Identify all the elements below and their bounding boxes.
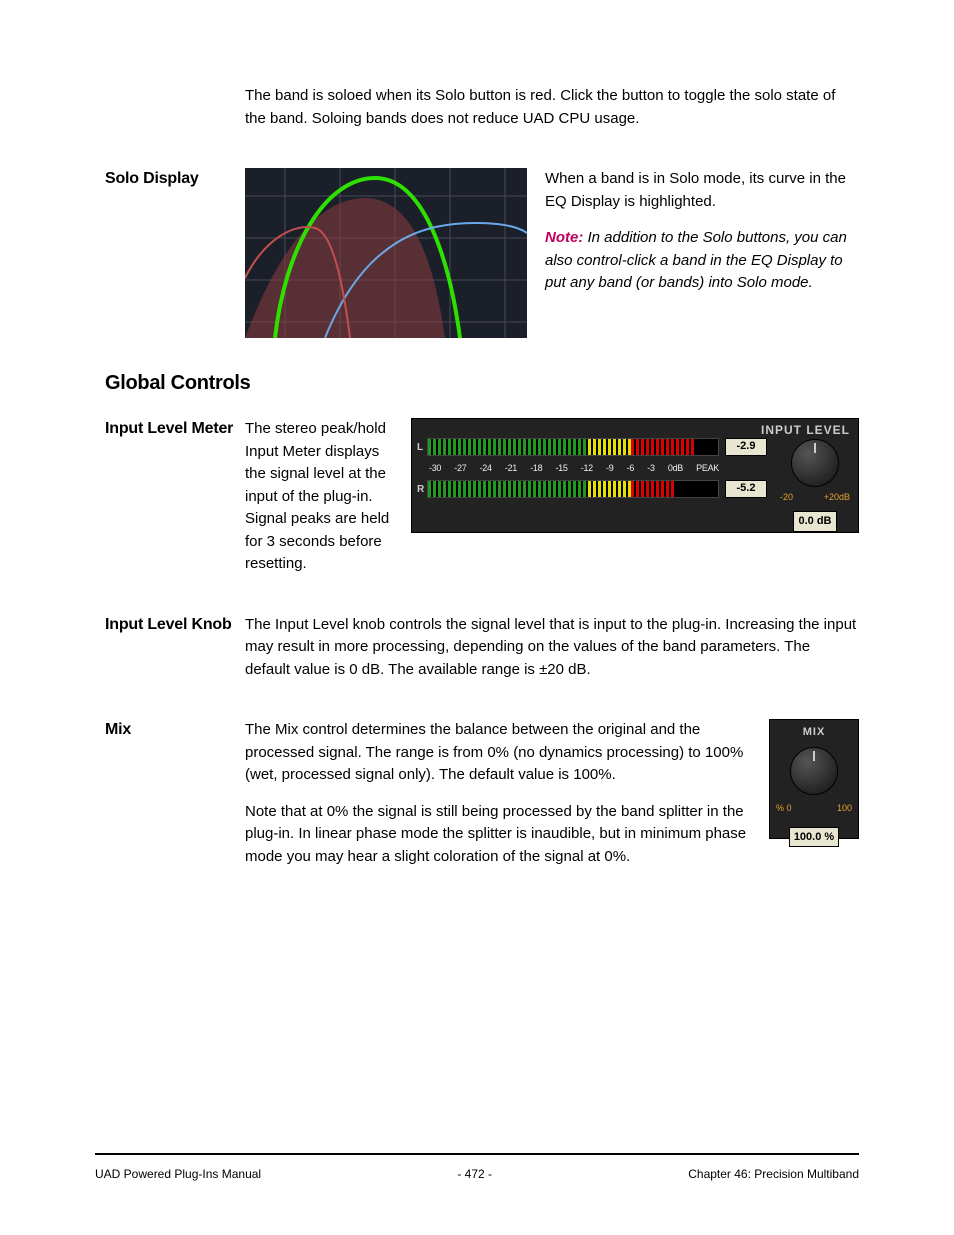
label-mix: Mix	[105, 719, 245, 741]
meter-bar-r	[427, 480, 719, 498]
mix-p1: The Mix control determines the balance b…	[245, 719, 859, 787]
input-level-knob-figure: -20 +20dB 0.0 dB	[780, 439, 850, 532]
intro-paragraph: The band is soloed when its Solo button …	[245, 85, 859, 130]
note-lead: Note:	[545, 229, 583, 246]
footer-page-number: - 472 -	[457, 1165, 492, 1183]
meter-bar-l	[427, 438, 719, 456]
meter-title: INPUT LEVEL	[761, 421, 850, 439]
mix-title: MIX	[770, 724, 858, 741]
label-input-level-knob: Input Level Knob	[105, 614, 245, 636]
page-footer: UAD Powered Plug-Ins Manual - 472 - Chap…	[95, 1153, 859, 1183]
knob-scale-max: +20dB	[824, 491, 850, 505]
mix-figure: MIX % 0 100 100.0 %	[769, 719, 859, 839]
input-knob-text: The Input Level knob controls the signal…	[245, 614, 859, 682]
solo-display-note: Note: In addition to the Solo buttons, y…	[545, 227, 859, 295]
section-heading-global-controls: Global Controls	[105, 368, 859, 398]
meter-channel-r: R	[417, 482, 427, 497]
mix-value: 100.0 %	[789, 827, 839, 848]
label-input-level-meter: Input Level Meter	[105, 418, 245, 440]
meter-peak-r: -5.2	[725, 480, 767, 498]
input-level-value: 0.0 dB	[793, 511, 836, 532]
mix-p2: Note that at 0% the signal is still bein…	[245, 801, 859, 869]
mix-scale-max: 100	[837, 802, 852, 816]
mix-dial	[790, 747, 838, 795]
note-body: In addition to the Solo buttons, you can…	[545, 229, 847, 291]
meter-scale: -30 -27 -24 -21 -18 -15 -12 -9 -6 -3 0dB	[427, 462, 721, 476]
label-solo-display: Solo Display	[105, 168, 245, 190]
meter-channel-l: L	[417, 440, 427, 455]
eq-display-figure	[245, 168, 527, 338]
footer-left: UAD Powered Plug-Ins Manual	[95, 1165, 261, 1183]
solo-display-p1: When a band is in Solo mode, its curve i…	[545, 168, 859, 213]
meter-peak-l: -2.9	[725, 438, 767, 456]
mix-scale-min: % 0	[776, 802, 792, 816]
input-level-dial	[791, 439, 839, 487]
input-level-meter-figure: INPUT LEVEL L -2.9	[411, 418, 859, 533]
knob-scale-min: -20	[780, 491, 793, 505]
footer-chapter: Chapter 46: Precision Multiband	[688, 1165, 859, 1183]
